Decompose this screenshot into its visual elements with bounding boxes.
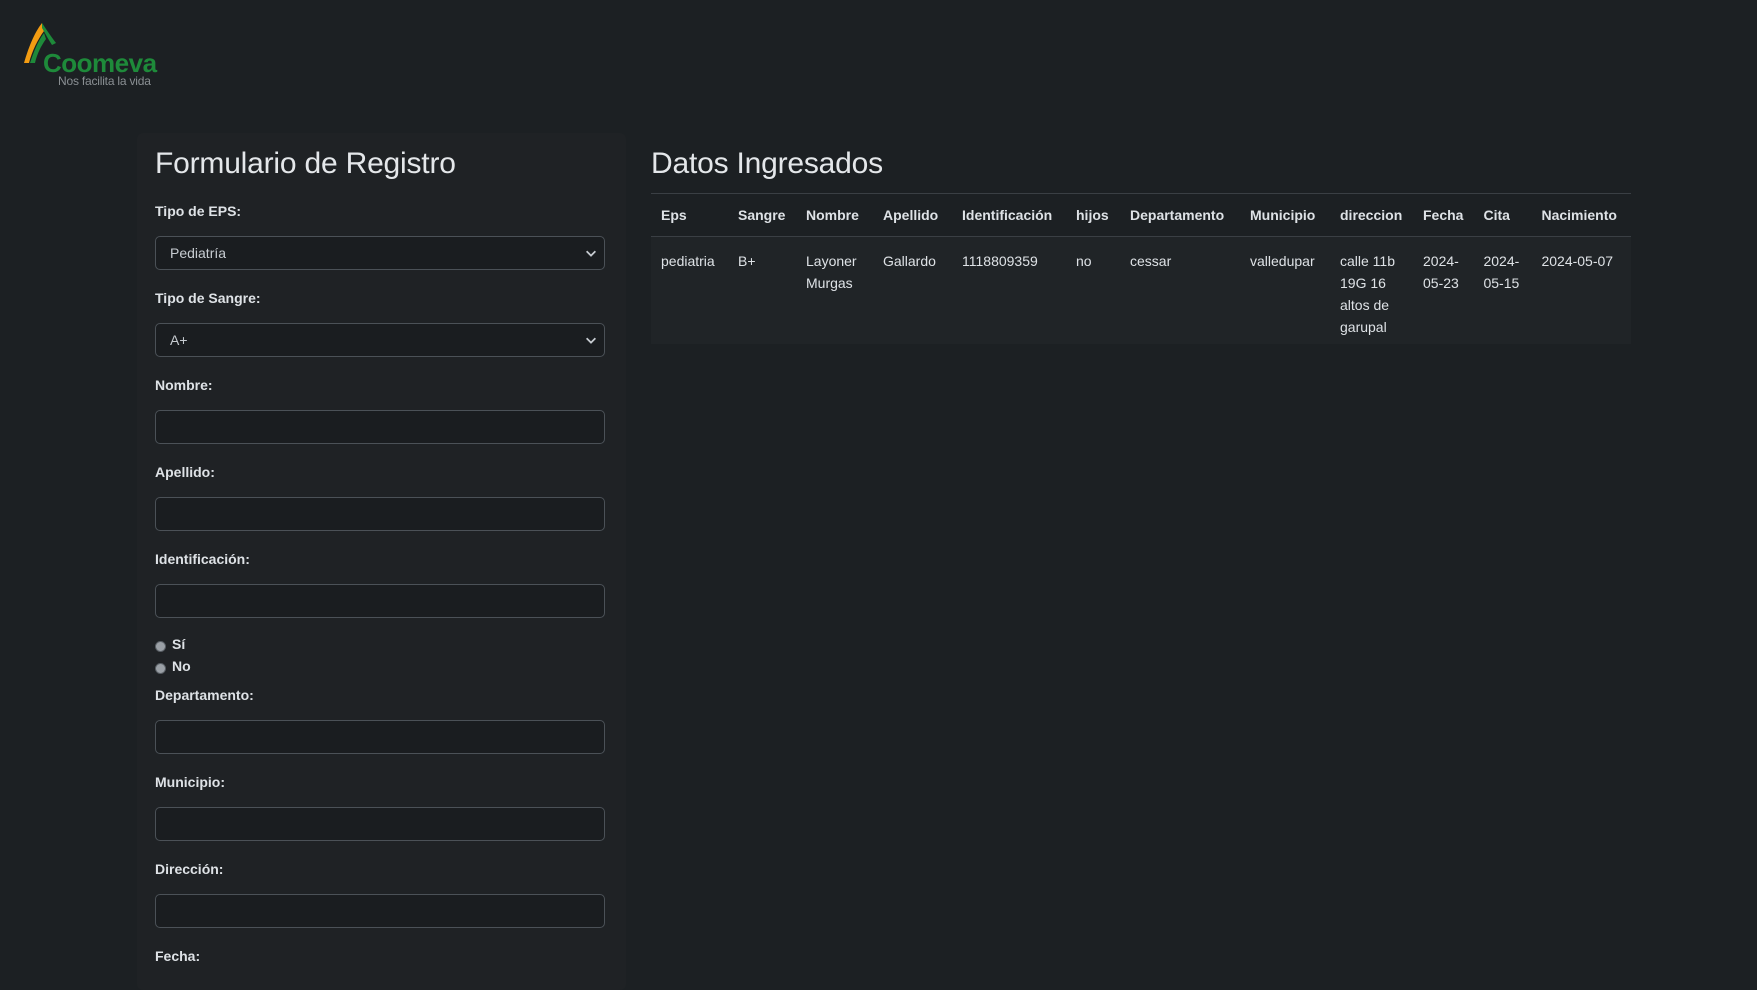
- municipio-input[interactable]: [155, 807, 605, 841]
- cell-direccion: calle 11b 19G 16 altos de garupal: [1330, 236, 1413, 344]
- column-header: hijos: [1066, 193, 1120, 237]
- chevron-down-icon: [586, 250, 596, 257]
- registration-form: Formulario de Registro Tipo de EPS: Pedi…: [137, 133, 626, 990]
- identificacion-label: Identificación:: [155, 551, 250, 567]
- direccion-input[interactable]: [155, 894, 605, 928]
- apellido-input[interactable]: [155, 497, 605, 531]
- table-row: pediatria B+ Layoner Murgas Gallardo 111…: [651, 236, 1631, 344]
- cell-fecha: 2024-05-23: [1413, 236, 1474, 344]
- cell-nacimiento: 2024-05-07: [1531, 236, 1631, 344]
- children-yes-option[interactable]: Sí: [155, 633, 608, 655]
- cell-apellido: Gallardo: [873, 236, 952, 344]
- cell-municipio: valledupar: [1240, 236, 1330, 344]
- column-header: Fecha: [1413, 193, 1474, 237]
- nombre-label: Nombre:: [155, 377, 213, 393]
- children-yes-label: Sí: [172, 636, 186, 652]
- identificacion-input[interactable]: [155, 584, 605, 618]
- fecha-label: Fecha:: [155, 948, 201, 964]
- column-header: Municipio: [1240, 193, 1330, 237]
- column-header: Cita: [1473, 193, 1532, 237]
- blood-type-select[interactable]: A+: [155, 323, 605, 357]
- children-no-option[interactable]: No: [155, 655, 608, 677]
- municipio-label: Municipio:: [155, 774, 225, 790]
- form-title: Formulario de Registro: [155, 147, 456, 180]
- children-yes-radio[interactable]: [155, 640, 166, 652]
- column-header: Nacimiento: [1531, 193, 1631, 237]
- brand-tagline: Nos facilita la vida: [58, 74, 151, 88]
- cell-cita: 2024-05-15: [1473, 236, 1532, 344]
- blood-type-selected-value: A+: [170, 332, 188, 348]
- column-header: Identificación: [952, 193, 1066, 237]
- eps-label: Tipo de EPS:: [155, 203, 242, 219]
- column-header: Nombre: [796, 193, 873, 237]
- data-title: Datos Ingresados: [651, 147, 883, 180]
- column-header: Eps: [651, 193, 728, 237]
- brand-logo[interactable]: Coomeva Nos facilita la vida: [22, 18, 182, 90]
- blood-type-label: Tipo de Sangre:: [155, 290, 261, 306]
- table-header-row: Eps Sangre Nombre Apellido Identificació…: [651, 193, 1631, 237]
- cell-nombre: Layoner Murgas: [796, 236, 873, 344]
- direccion-label: Dirección:: [155, 861, 224, 877]
- children-radio-group: Sí No: [155, 633, 608, 677]
- nombre-input[interactable]: [155, 410, 605, 444]
- apellido-label: Apellido:: [155, 464, 215, 480]
- children-no-label: No: [172, 658, 191, 674]
- column-header: Departamento: [1120, 193, 1240, 237]
- cell-sangre: B+: [728, 236, 796, 344]
- column-header: Apellido: [873, 193, 952, 237]
- cell-departamento: cessar: [1120, 236, 1240, 344]
- children-no-radio[interactable]: [155, 662, 166, 674]
- departamento-input[interactable]: [155, 720, 605, 754]
- data-table: Eps Sangre Nombre Apellido Identificació…: [651, 193, 1631, 344]
- column-header: Sangre: [728, 193, 796, 237]
- eps-select[interactable]: Pediatría: [155, 236, 605, 270]
- eps-selected-value: Pediatría: [170, 245, 227, 261]
- departamento-label: Departamento:: [155, 687, 254, 703]
- chevron-down-icon: [586, 337, 596, 344]
- page: Coomeva Nos facilita la vida Formulario …: [0, 0, 1757, 990]
- cell-eps: pediatria: [651, 236, 728, 344]
- cell-hijos: no: [1066, 236, 1120, 344]
- cell-identificacion: 1118809359: [952, 236, 1066, 344]
- column-header: direccion: [1330, 193, 1413, 237]
